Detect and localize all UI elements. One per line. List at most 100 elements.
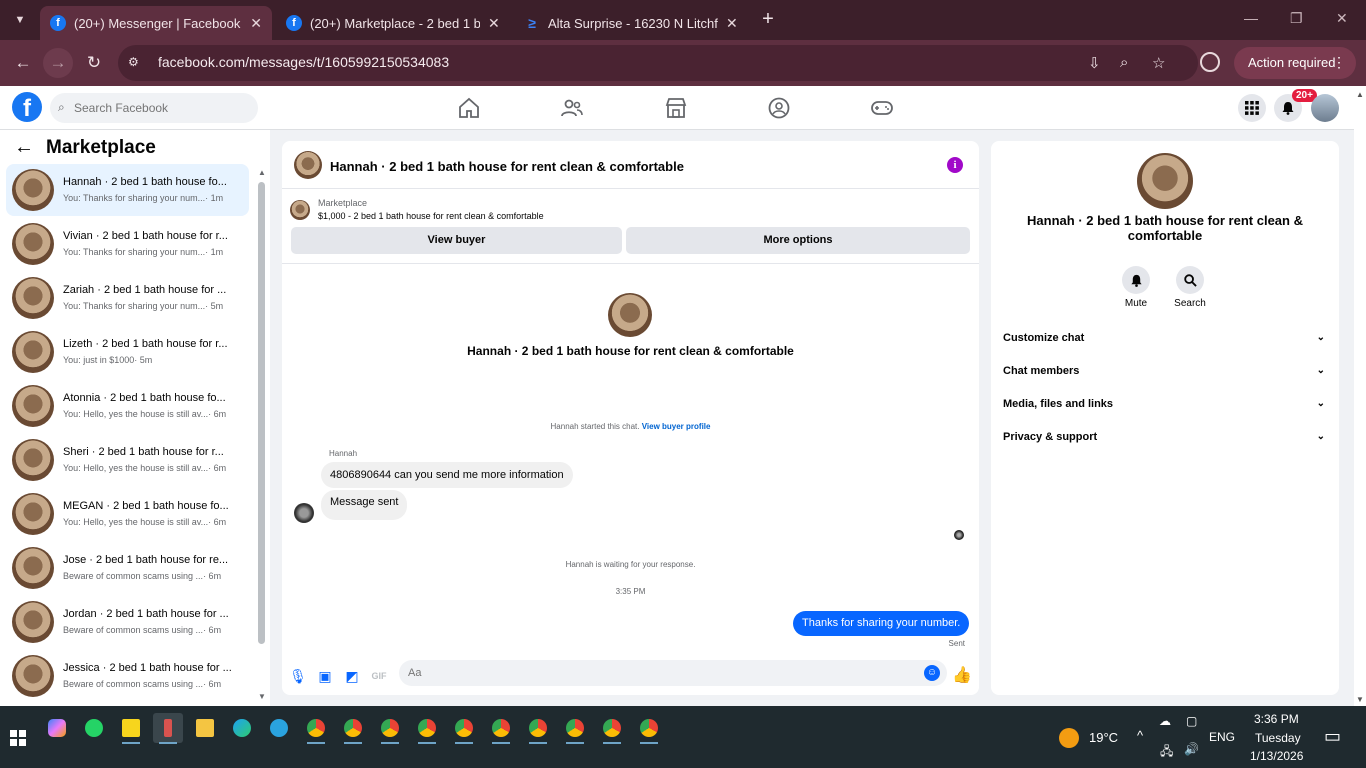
volume-icon[interactable]: 🔊: [1184, 742, 1199, 756]
facebook-search[interactable]: ⌕: [50, 93, 258, 123]
onedrive-icon[interactable]: ☁: [1159, 714, 1171, 728]
back-arrow-icon[interactable]: ←: [14, 136, 34, 159]
home-icon[interactable]: [457, 96, 481, 120]
groups-icon[interactable]: [767, 96, 791, 120]
conversation-item[interactable]: MEGAN · 2 bed 1 bath house fo... You: Hel…: [6, 488, 249, 540]
conversation-item[interactable]: Jessica · 2 bed 1 bath house for ... Bewa…: [6, 650, 249, 702]
close-icon[interactable]: ✕: [250, 15, 262, 32]
emoji-icon[interactable]: ☺: [924, 665, 940, 681]
more-options-button[interactable]: More options: [626, 227, 970, 254]
forward-icon[interactable]: →: [43, 48, 73, 78]
listing-price-title[interactable]: $1,000 - 2 bed 1 bath house for rent cle…: [318, 211, 544, 221]
network-icon[interactable]: 🖧: [1160, 742, 1173, 763]
minimize-icon[interactable]: —: [1244, 10, 1258, 26]
new-tab-button[interactable]: +: [758, 8, 778, 32]
action-required-button[interactable]: Action required ⋮: [1234, 47, 1356, 79]
conversation-item[interactable]: Atonnia · 2 bed 1 bath house fo... You: H…: [6, 380, 249, 432]
reload-icon[interactable]: ↻: [83, 52, 105, 74]
close-icon[interactable]: ✕: [726, 15, 738, 32]
message-input[interactable]: [399, 660, 947, 686]
sticky-notes-icon[interactable]: [116, 713, 146, 744]
chrome-icon[interactable]: [301, 713, 331, 744]
incoming-message[interactable]: Message sent: [321, 490, 408, 520]
privacy-support-section[interactable]: Privacy & support ⌄: [1003, 431, 1329, 451]
scrollbar-thumb[interactable]: [258, 182, 265, 644]
account-avatar[interactable]: [1311, 94, 1339, 122]
chrome-icon[interactable]: [338, 713, 368, 744]
conversation-item[interactable]: Sheri · 2 bed 1 bath house for r... You: …: [6, 434, 249, 486]
clock-day[interactable]: Tuesday: [1255, 731, 1301, 745]
tab-alta-surprise[interactable]: ≥ Alta Surprise - 16230 N Litchfie ✕: [514, 6, 748, 40]
conversation-item[interactable]: Zariah · 2 bed 1 bath house for ... You: …: [6, 272, 249, 324]
site-settings-icon[interactable]: ⚙: [128, 55, 144, 71]
view-buyer-button[interactable]: View buyer: [291, 227, 622, 254]
chrome-icon[interactable]: [375, 713, 405, 744]
conversation-item[interactable]: Lizeth · 2 bed 1 bath house for r... You:…: [6, 326, 249, 378]
address-bar[interactable]: ⚙ facebook.com/messages/t/16059921505340…: [118, 45, 1198, 81]
close-window-icon[interactable]: ✕: [1336, 10, 1348, 27]
scroll-down-icon[interactable]: ▼: [258, 692, 266, 701]
install-app-icon[interactable]: ⇩: [1088, 54, 1101, 72]
view-buyer-profile-link[interactable]: View buyer profile: [642, 422, 711, 431]
tab-marketplace[interactable]: f (20+) Marketplace - 2 bed 1 bat ✕: [276, 6, 510, 40]
back-icon[interactable]: ←: [12, 52, 34, 74]
media-files-links-section[interactable]: Media, files and links ⌄: [1003, 398, 1329, 418]
restore-icon[interactable]: ❐: [1290, 10, 1303, 27]
marketplace-icon[interactable]: [664, 96, 688, 120]
gaming-icon[interactable]: [870, 96, 894, 120]
language-indicator[interactable]: ENG: [1209, 730, 1235, 744]
outgoing-message[interactable]: Thanks for sharing your number.: [793, 611, 970, 636]
copilot-icon[interactable]: [42, 713, 72, 743]
chrome-icon[interactable]: [597, 713, 627, 744]
gif-icon[interactable]: GIF: [369, 666, 389, 686]
friends-icon[interactable]: [560, 96, 584, 120]
chrome-icon[interactable]: [560, 713, 590, 744]
sticker-icon[interactable]: ◩: [342, 666, 362, 686]
listing-thumbnail[interactable]: [294, 151, 322, 179]
microphone-icon[interactable]: 🎙: [288, 666, 308, 686]
file-explorer-icon[interactable]: [190, 713, 220, 743]
page-scrollbar[interactable]: ▲ ▼: [1354, 86, 1366, 706]
info-icon[interactable]: i: [947, 157, 963, 173]
bookmark-star-icon[interactable]: ☆: [1152, 54, 1165, 72]
photo-icon[interactable]: ▣: [315, 666, 335, 686]
search-in-chat-button[interactable]: Search: [1165, 266, 1215, 309]
chrome-icon[interactable]: [486, 713, 516, 744]
menu-grid-icon[interactable]: [1238, 94, 1266, 122]
app-pinned-icon[interactable]: [153, 713, 183, 744]
clock-date[interactable]: 1/13/2026: [1250, 749, 1303, 763]
whatsapp-icon[interactable]: [79, 713, 109, 743]
temperature[interactable]: 19°C: [1089, 730, 1118, 745]
weather-sun-icon[interactable]: [1059, 728, 1079, 748]
meet-icon[interactable]: ▢: [1186, 714, 1197, 728]
chat-title[interactable]: Hannah · 2 bed 1 bath house for rent cle…: [330, 159, 684, 174]
clock-time[interactable]: 3:36 PM: [1254, 712, 1299, 726]
conversation-item[interactable]: Vivian · 2 bed 1 bath house for r... You:…: [6, 218, 249, 270]
close-icon[interactable]: ✕: [488, 15, 500, 32]
tab-messenger[interactable]: f (20+) Messenger | Facebook ✕: [40, 6, 272, 40]
scroll-up-icon[interactable]: ▲: [258, 168, 266, 177]
conversation-item[interactable]: Jordan · 2 bed 1 bath house for ... Bewar…: [6, 596, 249, 648]
windows-start-icon[interactable]: [10, 730, 26, 746]
facebook-logo-icon[interactable]: f: [12, 92, 42, 122]
notification-center-icon[interactable]: ▭: [1324, 726, 1341, 747]
thumbs-up-icon[interactable]: 👍: [952, 666, 972, 686]
scroll-up-icon[interactable]: ▲: [1356, 90, 1364, 99]
search-input[interactable]: [74, 93, 254, 123]
chrome-icon[interactable]: [634, 713, 664, 744]
zoom-icon[interactable]: ⌕: [1120, 54, 1128, 71]
show-hidden-icons-chevron-icon[interactable]: ^: [1137, 728, 1143, 743]
incoming-message[interactable]: 4806890644 can you send me more informat…: [321, 462, 573, 488]
conversation-item[interactable]: Hannah · 2 bed 1 bath house fo... You: Th…: [6, 164, 249, 216]
mute-button[interactable]: Mute: [1111, 266, 1161, 309]
conversation-item[interactable]: Jose · 2 bed 1 bath house for re... Bewar…: [6, 542, 249, 594]
edge-icon[interactable]: [227, 713, 257, 743]
chat-members-section[interactable]: Chat members ⌄: [1003, 365, 1329, 385]
customize-chat-section[interactable]: Customize chat ⌄: [1003, 332, 1329, 352]
chrome-icon[interactable]: [523, 713, 553, 744]
browser-profile-icon[interactable]: [1200, 52, 1220, 72]
telegram-icon[interactable]: [264, 713, 294, 743]
chrome-icon[interactable]: [449, 713, 479, 744]
chrome-icon[interactable]: [412, 713, 442, 744]
tab-search-chevron-icon[interactable]: ▼: [8, 8, 32, 32]
